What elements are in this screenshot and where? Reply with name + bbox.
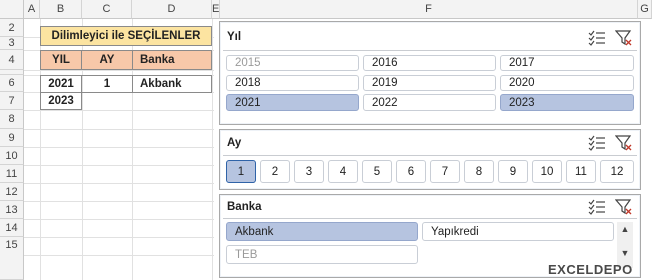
month-item[interactable]: 10: [532, 160, 562, 183]
slicer-header-divider: [223, 218, 637, 219]
gridline: [212, 19, 213, 280]
column-header-f[interactable]: F: [220, 0, 638, 19]
row-header-2[interactable]: 2: [0, 19, 24, 37]
gridline: [24, 255, 214, 256]
clear-filter-icon[interactable]: [614, 135, 633, 151]
row-header-9[interactable]: 9: [0, 129, 24, 147]
year-item[interactable]: 2017: [500, 55, 634, 71]
column-header-a[interactable]: A: [24, 0, 40, 19]
gridline: [24, 70, 214, 71]
year-slicer-title: Yıl: [227, 31, 242, 43]
row-header-15[interactable]: 15: [0, 237, 24, 280]
month-item[interactable]: 7: [430, 160, 460, 183]
row-header-12[interactable]: 12: [0, 183, 24, 201]
year-item[interactable]: 2018: [226, 75, 359, 91]
gridline: [24, 237, 214, 238]
month-item-selected[interactable]: 1: [226, 160, 256, 183]
row-header-8[interactable]: 8: [0, 110, 24, 129]
multi-select-icon[interactable]: [588, 199, 606, 215]
month-item[interactable]: 3: [294, 160, 324, 183]
gridline: [24, 183, 214, 184]
slicer-header-divider: [223, 50, 637, 51]
month-item[interactable]: 12: [600, 160, 634, 183]
row-header-3[interactable]: 3: [0, 37, 24, 50]
bank-item[interactable]: TEB: [226, 245, 418, 264]
row-header-4[interactable]: 4: [0, 50, 24, 70]
multi-select-icon[interactable]: [588, 135, 606, 151]
bank-item-selected[interactable]: Akbank: [226, 222, 418, 241]
month-item[interactable]: 5: [362, 160, 392, 183]
value-cell-year[interactable]: 2021: [40, 75, 82, 93]
slicer-header-divider: [223, 155, 637, 156]
gridline: [24, 165, 214, 166]
year-item-selected[interactable]: 2021: [226, 94, 359, 111]
month-item[interactable]: 2: [260, 160, 290, 183]
scroll-up-icon[interactable]: ▲: [620, 224, 630, 234]
column-header-d[interactable]: D: [132, 0, 212, 19]
gridline: [24, 219, 214, 220]
year-item[interactable]: 2020: [500, 75, 634, 91]
column-header-e[interactable]: E: [212, 0, 220, 19]
row-header-7[interactable]: 7: [0, 92, 24, 110]
gridline: [24, 147, 214, 148]
select-all-corner[interactable]: [0, 0, 24, 19]
year-item[interactable]: 2015: [226, 55, 359, 71]
row-header-11[interactable]: 11: [0, 165, 24, 183]
scroll-down-icon[interactable]: ▼: [620, 248, 630, 258]
row-header-13[interactable]: 13: [0, 201, 24, 219]
row-header-10[interactable]: 10: [0, 147, 24, 165]
month-slicer-title: Ay: [227, 137, 242, 149]
month-item[interactable]: 8: [464, 160, 494, 183]
bank-item[interactable]: Yapıkredi: [422, 222, 614, 241]
header-cell-bank[interactable]: Banka: [132, 50, 212, 70]
month-item[interactable]: 4: [328, 160, 358, 183]
gridline: [24, 201, 214, 202]
value-cell-month[interactable]: 1: [81, 75, 133, 93]
year-item[interactable]: 2016: [363, 55, 496, 71]
gridline: [24, 110, 214, 111]
value-cell-year[interactable]: 2023: [40, 92, 82, 110]
clear-filter-icon[interactable]: [614, 30, 633, 46]
clear-filter-icon[interactable]: [614, 199, 633, 215]
header-cell-year[interactable]: YIL: [40, 50, 82, 70]
value-cell-bank[interactable]: Akbank: [132, 75, 212, 93]
column-header-b[interactable]: B: [40, 0, 82, 19]
month-item[interactable]: 9: [498, 160, 528, 183]
row-header-6[interactable]: 6: [0, 75, 24, 92]
row-header-14[interactable]: 14: [0, 219, 24, 237]
year-item-selected[interactable]: 2023: [500, 94, 634, 111]
header-cell-month[interactable]: AY: [81, 50, 133, 70]
gridline: [24, 129, 214, 130]
year-item[interactable]: 2019: [363, 75, 496, 91]
column-header-c[interactable]: C: [82, 0, 132, 19]
year-item[interactable]: 2022: [363, 94, 496, 111]
month-item[interactable]: 11: [566, 160, 596, 183]
month-item[interactable]: 6: [396, 160, 426, 183]
column-header-g[interactable]: G: [638, 0, 652, 19]
report-title-cell[interactable]: Dilimleyici ile SEÇİLENLER: [40, 26, 212, 46]
bank-slicer-title: Banka: [227, 201, 262, 213]
multi-select-icon[interactable]: [588, 30, 606, 46]
watermark-logo: EXCELDEPO: [548, 262, 633, 277]
